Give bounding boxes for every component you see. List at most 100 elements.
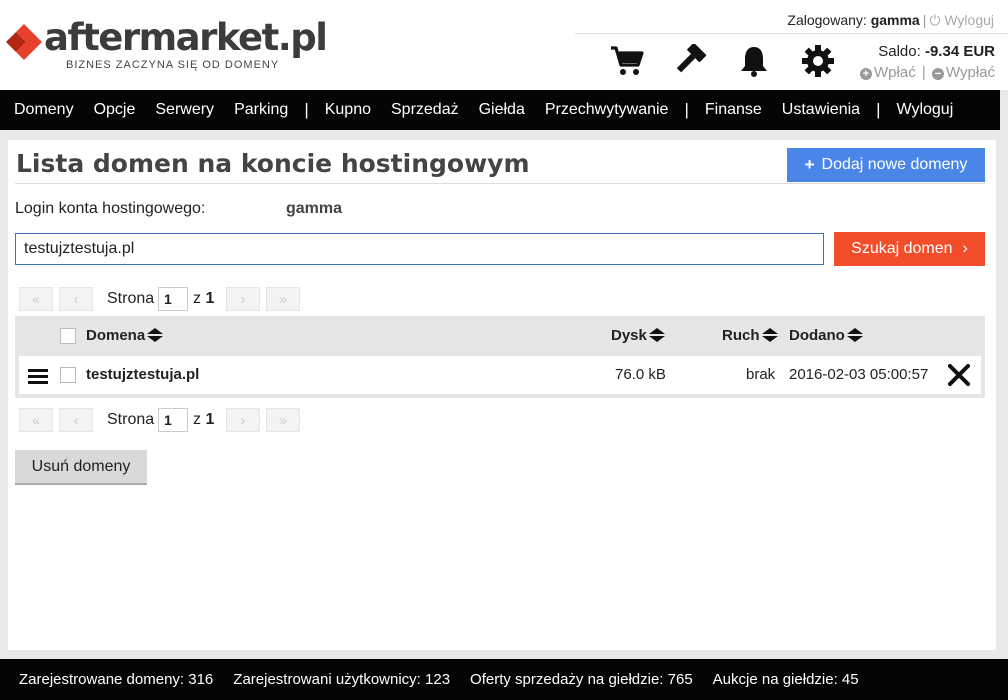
row-checkbox[interactable] xyxy=(60,367,76,383)
saldo: Saldo: -9.34 EUR xyxy=(878,43,995,60)
nav-item-sprzedaz[interactable]: Sprzedaż xyxy=(381,101,469,119)
cart-icon[interactable] xyxy=(610,44,644,78)
table-header: Domena Dysk Ruch Dodano xyxy=(15,316,985,356)
nav-separator: | xyxy=(684,100,689,119)
bell-icon[interactable] xyxy=(737,44,771,78)
stat-auctions: Aukcje na giełdzie: 45 xyxy=(712,671,859,688)
nav-item-opcje[interactable]: Opcje xyxy=(84,101,146,119)
row-traffic: brak xyxy=(746,366,776,383)
col-traffic[interactable]: Ruch xyxy=(722,327,778,344)
header-divider xyxy=(575,33,1008,34)
row-disk: 76.0 kB xyxy=(615,366,666,383)
logo-tagline: BIZNES ZACZYNA SIĘ OD DOMENY xyxy=(66,59,280,71)
add-domains-button[interactable]: + Dodaj nowe domeny xyxy=(787,148,985,182)
page-label: Strona xyxy=(107,411,155,428)
col-domain[interactable]: Domena xyxy=(86,327,164,344)
payment-links: + Wpłać | − Wypłać xyxy=(860,64,995,81)
nav-item-wyloguj[interactable]: Wyloguj xyxy=(886,101,963,119)
sort-icon xyxy=(846,328,863,342)
gear-icon[interactable] xyxy=(801,44,835,78)
header: aftermarket.pl BIZNES ZACZYNA SIĘ OD DOM… xyxy=(0,0,1008,90)
table-row: testujztestuja.pl 76.0 kB brak 2016-02-0… xyxy=(15,356,985,398)
logo-text: aftermarket.pl xyxy=(44,16,328,59)
nav-item-finanse[interactable]: Finanse xyxy=(695,101,772,119)
stat-offers: Oferty sprzedaży na giełdzie: 765 xyxy=(470,671,693,688)
nav-item-przechwytywanie[interactable]: Przechwytywanie xyxy=(535,101,679,119)
main-panel: Lista domen na koncie hostingowym + Doda… xyxy=(8,140,996,650)
col-disk[interactable]: Dysk xyxy=(611,327,665,344)
pager-top: « ‹ Strona 1 z 1 › » xyxy=(19,287,419,311)
page-of-label: z xyxy=(193,290,201,307)
nav-item-kupno[interactable]: Kupno xyxy=(315,101,381,119)
next-page-button[interactable]: › xyxy=(226,408,260,432)
first-page-button[interactable]: « xyxy=(19,408,53,432)
col-disk-label: Dysk xyxy=(611,327,647,344)
col-added-label: Dodano xyxy=(789,327,845,344)
header-logout-link[interactable]: ⏻ Wyloguj xyxy=(929,12,994,28)
username: gamma xyxy=(870,12,920,28)
nav-item-gielda[interactable]: Giełda xyxy=(469,101,535,119)
minus-circle-icon: − xyxy=(931,68,944,80)
col-traffic-label: Ruch xyxy=(722,327,760,344)
page-title: Lista domen na koncie hostingowym xyxy=(16,149,530,178)
plus-circle-icon: + xyxy=(860,68,873,80)
delete-domains-button[interactable]: Usuń domeny xyxy=(15,450,147,485)
footer-stats: Zarejestrowane domeny: 316 Zarejestrowan… xyxy=(0,659,1008,700)
login-value: gamma xyxy=(286,200,343,217)
select-all-checkbox[interactable] xyxy=(60,328,76,344)
col-domain-label: Domena xyxy=(86,327,146,344)
logo-diamond-icon xyxy=(6,24,42,60)
withdraw-link[interactable]: − Wypłać xyxy=(931,64,995,81)
close-icon[interactable] xyxy=(948,364,970,386)
title-divider xyxy=(15,183,985,184)
gavel-icon[interactable] xyxy=(674,44,708,78)
saldo-value: -9.34 EUR xyxy=(924,43,995,60)
logo[interactable]: aftermarket.pl BIZNES ZACZYNA SIĘ OD DOM… xyxy=(6,16,328,76)
page-label: Strona xyxy=(107,290,155,307)
sort-icon xyxy=(147,328,164,342)
nav-item-ustawienia[interactable]: Ustawienia xyxy=(772,101,870,119)
col-added[interactable]: Dodano xyxy=(789,327,863,344)
withdraw-label: Wypłać xyxy=(945,64,995,81)
prev-page-button[interactable]: ‹ xyxy=(59,408,93,432)
stat-registered-users: Zarejestrowani użytkownicy: 123 xyxy=(233,671,451,688)
login-label: Login konta hostingowego: xyxy=(15,200,206,217)
page-total-value: 1 xyxy=(205,290,215,307)
search-input[interactable] xyxy=(15,233,824,265)
row-added: 2016-02-03 05:00:57 xyxy=(789,366,929,383)
nav-item-parking[interactable]: Parking xyxy=(224,101,298,119)
page-input[interactable]: 1 xyxy=(158,287,188,311)
prev-page-button[interactable]: ‹ xyxy=(59,287,93,311)
page-total-value: 1 xyxy=(205,411,215,428)
page-total: z 1 xyxy=(193,290,214,308)
saldo-label: Saldo: xyxy=(878,43,921,60)
last-page-button[interactable]: » xyxy=(266,287,300,311)
logged-label: Zalogowany: xyxy=(787,12,867,28)
pager-bottom: « ‹ Strona 1 z 1 › » xyxy=(19,408,419,432)
next-page-button[interactable]: › xyxy=(226,287,260,311)
row-domain[interactable]: testujztestuja.pl xyxy=(86,366,199,383)
page-total: z 1 xyxy=(193,411,214,429)
nav-separator: | xyxy=(304,100,309,119)
nav-item-serwery[interactable]: Serwery xyxy=(145,101,224,119)
search-domains-button[interactable]: Szukaj domen › xyxy=(834,232,985,266)
search-domains-label: Szukaj domen xyxy=(851,240,953,257)
stat-registered-domains: Zarejestrowane domeny: 316 xyxy=(19,671,214,688)
first-page-button[interactable]: « xyxy=(19,287,53,311)
header-logout-label: Wyloguj xyxy=(944,12,994,28)
sort-icon xyxy=(648,328,665,342)
deposit-link[interactable]: + Wpłać xyxy=(860,64,916,81)
menu-icon[interactable] xyxy=(28,368,48,384)
chevron-right-icon: › xyxy=(962,240,968,257)
last-page-button[interactable]: » xyxy=(266,408,300,432)
power-icon: ⏻ xyxy=(929,12,941,28)
sort-icon xyxy=(761,328,778,342)
page-scrollbar-track xyxy=(1000,90,1008,659)
plus-icon: + xyxy=(804,155,815,174)
page-input[interactable]: 1 xyxy=(158,408,188,432)
nav-item-domeny[interactable]: Domeny xyxy=(4,101,84,119)
deposit-label: Wpłać xyxy=(874,64,916,81)
main-nav: Domeny Opcje Serwery Parking | Kupno Spr… xyxy=(0,90,1000,130)
nav-separator: | xyxy=(876,100,881,119)
user-bar: Zalogowany: gamma | ⏻ Wyloguj xyxy=(787,12,994,28)
